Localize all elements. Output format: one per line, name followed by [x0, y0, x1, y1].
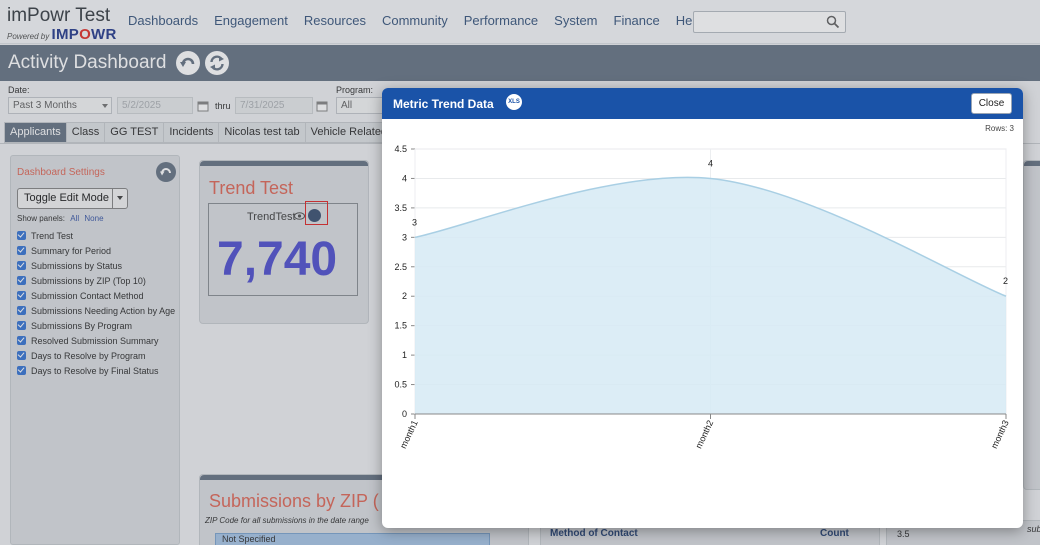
close-button[interactable]: Close — [971, 93, 1012, 114]
y-tick-label: 2 — [402, 291, 407, 301]
y-tick-label: 1.5 — [394, 321, 407, 331]
metric-trend-modal: Metric Trend Data XLS Close Rows: 3 0 0.5… — [382, 88, 1023, 528]
trend-chart: 0 0.5 1 1.5 2 2.5 3 3.5 4 4.5 month1 month2 month3 3 4… — [394, 144, 1011, 450]
modal-title: Metric Trend Data — [393, 97, 494, 111]
y-tick-label: 0.5 — [394, 380, 407, 390]
data-label: 3 — [412, 217, 417, 227]
y-tick-label: 4 — [402, 173, 407, 183]
rows-count: Rows: 3 — [985, 124, 1014, 133]
y-tick-label: 0 — [402, 409, 407, 419]
xls-export-icon[interactable]: XLS — [506, 94, 522, 110]
y-tick-label: 4.5 — [394, 144, 407, 154]
y-tick-label: 3 — [402, 232, 407, 242]
x-tick-label: month1 — [398, 419, 420, 450]
y-tick-label: 3.5 — [394, 203, 407, 213]
x-tick-label: month2 — [694, 419, 716, 450]
modal-header: Metric Trend Data XLS Close — [382, 88, 1023, 119]
data-label: 4 — [708, 158, 713, 168]
y-tick-label: 1 — [402, 350, 407, 360]
y-tick-label: 2.5 — [394, 262, 407, 272]
data-label: 2 — [1003, 276, 1008, 286]
x-tick-label: month3 — [989, 419, 1011, 450]
